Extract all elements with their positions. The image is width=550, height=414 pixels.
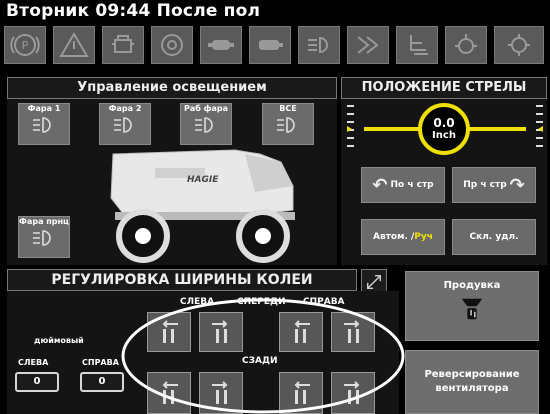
inch-label: дюймовый bbox=[34, 336, 84, 345]
gear-button[interactable] bbox=[494, 26, 544, 64]
blowout-label: Продувка bbox=[443, 280, 501, 291]
headlight-2-label: Фара 2 bbox=[108, 104, 142, 113]
warning-button[interactable] bbox=[53, 26, 95, 64]
hydraulic-button[interactable] bbox=[249, 26, 291, 64]
curved-arrow-icon: ↷ bbox=[509, 174, 525, 196]
headlight-icon bbox=[277, 117, 295, 133]
value-right-label: СПРАВА bbox=[82, 358, 119, 367]
headlight-2-button[interactable]: Фара 2 bbox=[99, 103, 151, 145]
reverse-fan-button[interactable]: Реверсирование вентилятора bbox=[405, 350, 539, 414]
hitch-icon bbox=[455, 34, 477, 54]
fold-extension-button[interactable]: Скл. удл. bbox=[452, 219, 536, 255]
boom-header: ПОЛОЖЕНИЕ СТРЕЛЫ bbox=[341, 77, 547, 99]
trailer-light-button[interactable]: Фара прнц bbox=[18, 216, 70, 258]
curved-arrow-icon: ↶ bbox=[372, 174, 388, 196]
value-right-field: 0 bbox=[80, 372, 124, 392]
hitch-button[interactable] bbox=[445, 26, 487, 64]
steering-button[interactable] bbox=[347, 26, 389, 64]
transmission-icon bbox=[208, 40, 234, 50]
gear-icon bbox=[508, 34, 530, 56]
headlight-icon bbox=[114, 117, 132, 133]
boom-value: 0.0 bbox=[433, 116, 455, 130]
svg-text:P: P bbox=[22, 39, 29, 52]
boom-right-button[interactable]: Пр ч стр ↷ bbox=[452, 167, 536, 203]
auto-manual-button[interactable]: Автом. / Руч bbox=[361, 219, 445, 255]
lights-button[interactable] bbox=[298, 26, 340, 64]
fan-icon bbox=[161, 34, 183, 56]
all-lights-button[interactable]: ВСЕ bbox=[262, 103, 314, 145]
engine-warning-icon bbox=[112, 35, 134, 53]
headlight-1-label: Фара 1 bbox=[27, 104, 61, 113]
headlight-1-button[interactable]: Фара 1 bbox=[18, 103, 70, 145]
blowout-button[interactable]: Продувка bbox=[405, 271, 539, 341]
value-left-field: 0 bbox=[15, 372, 59, 392]
page-title: Вторник 09:44 После пол bbox=[6, 1, 261, 21]
seat-button[interactable] bbox=[396, 26, 438, 64]
headlight-icon bbox=[195, 117, 213, 133]
warning-triangle-icon bbox=[59, 32, 89, 57]
parking-brake-icon: P bbox=[10, 34, 40, 56]
sprayer-vehicle-image: HAGIE bbox=[110, 149, 295, 263]
headlight-icon bbox=[33, 117, 51, 133]
highlight-ellipse bbox=[121, 298, 405, 414]
headlight-icon bbox=[33, 230, 51, 246]
reverse-fan-label: Реверсирование вентилятора bbox=[424, 369, 520, 394]
transmission-button[interactable] bbox=[200, 26, 242, 64]
seat-icon bbox=[410, 35, 428, 55]
boom-unit: Inch bbox=[432, 130, 456, 141]
work-light-label: Раб фара bbox=[183, 104, 229, 113]
lights-icon bbox=[308, 36, 328, 54]
engine-warning-button[interactable] bbox=[102, 26, 144, 64]
steering-icon bbox=[357, 36, 379, 54]
hydraulic-icon bbox=[259, 40, 283, 50]
all-lights-label: ВСЕ bbox=[279, 104, 297, 113]
boom-left-button[interactable]: ↶ По ч стр bbox=[361, 167, 445, 203]
work-light-button[interactable]: Раб фара bbox=[180, 103, 232, 145]
lighting-header: Управление освещением bbox=[7, 77, 337, 99]
trailer-light-label: Фара прнц bbox=[19, 217, 69, 226]
blowout-icon bbox=[461, 298, 483, 320]
parking-brake-button[interactable]: P bbox=[4, 26, 46, 64]
fan-button[interactable] bbox=[151, 26, 193, 64]
value-left-label: СЛЕВА bbox=[18, 358, 49, 367]
svg-text:HAGIE: HAGIE bbox=[187, 175, 219, 185]
